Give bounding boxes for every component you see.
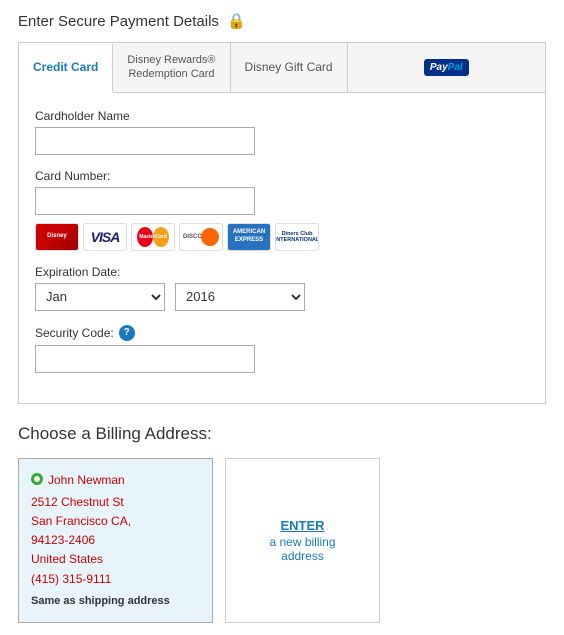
tab-disney-rewards[interactable]: Disney Rewards®Redemption Card (113, 43, 230, 92)
radio-selected-dot (31, 473, 43, 485)
tab-credit-card[interactable]: Credit Card (19, 44, 113, 93)
year-select[interactable]: 2016 2017 2018 2019 2020 2021 2022 2023 … (175, 283, 305, 311)
enter-billing-link[interactable]: ENTER (280, 518, 324, 533)
expiration-row: Jan Feb Mar Apr May Jun Jul Aug Sep Oct … (35, 283, 529, 311)
mastercard-card-icon: MasterCard (131, 223, 175, 251)
amex-card-icon: AMERICANEXPRESS (227, 223, 271, 251)
card-icons-row: Disney VISA MasterCard DISCOVER AMERICAN… (35, 223, 529, 251)
security-label-row: Security Code: ? (35, 325, 529, 341)
billing-section: Choose a Billing Address: John Newman 25… (18, 424, 546, 624)
cardholder-group: Cardholder Name (35, 109, 529, 155)
lock-icon: 🔒 (227, 12, 246, 30)
address-line1: 2512 Chestnut St (31, 493, 200, 512)
address-line2: San Francisco CA, (31, 512, 200, 531)
expiration-label: Expiration Date: (35, 265, 529, 279)
address-cards: John Newman 2512 Chestnut St San Francis… (18, 458, 546, 624)
security-help-icon[interactable]: ? (119, 325, 135, 341)
payment-form: Cardholder Name Card Number: Disney VISA… (18, 92, 546, 404)
diners-card-icon: Diners ClubINTERNATIONAL (275, 223, 319, 251)
address-name: John Newman (48, 471, 125, 490)
security-label: Security Code: (35, 326, 114, 340)
enter-billing-sub: a new billingaddress (269, 535, 335, 563)
radio-row: John Newman (31, 471, 200, 490)
cardholder-input[interactable] (35, 127, 255, 155)
page-title: Enter Secure Payment Details (18, 13, 219, 30)
security-code-input[interactable] (35, 345, 255, 373)
disney-card-icon: Disney (35, 223, 79, 251)
expiration-group: Expiration Date: Jan Feb Mar Apr May Jun… (35, 265, 529, 311)
address-line3: 94123-2406 (31, 531, 200, 550)
cardholder-label: Cardholder Name (35, 109, 529, 123)
card-number-label: Card Number: (35, 169, 529, 183)
visa-card-icon: VISA (83, 223, 127, 251)
billing-title: Choose a Billing Address: (18, 424, 546, 444)
enter-new-billing-card[interactable]: ENTER a new billingaddress (225, 458, 380, 624)
month-select[interactable]: Jan Feb Mar Apr May Jun Jul Aug Sep Oct … (35, 283, 165, 311)
security-group: Security Code: ? (35, 325, 529, 373)
payment-tabs: Credit Card Disney Rewards®Redemption Ca… (18, 42, 546, 92)
address-line4: United States (31, 550, 200, 569)
same-as-shipping-label: Same as shipping address (31, 593, 200, 611)
address-phone: (415) 315-9111 (31, 570, 200, 589)
card-number-group: Card Number: Disney VISA MasterCard DISC… (35, 169, 529, 251)
card-number-input[interactable] (35, 187, 255, 215)
page-header: Enter Secure Payment Details 🔒 (18, 12, 546, 30)
tab-disney-gift[interactable]: Disney Gift Card (231, 43, 348, 92)
paypal-logo: PayPal (424, 59, 469, 76)
tab-paypal[interactable]: PayPal (348, 43, 545, 92)
address-card-selected[interactable]: John Newman 2512 Chestnut St San Francis… (18, 458, 213, 624)
discover-card-icon: DISCOVER (179, 223, 223, 251)
